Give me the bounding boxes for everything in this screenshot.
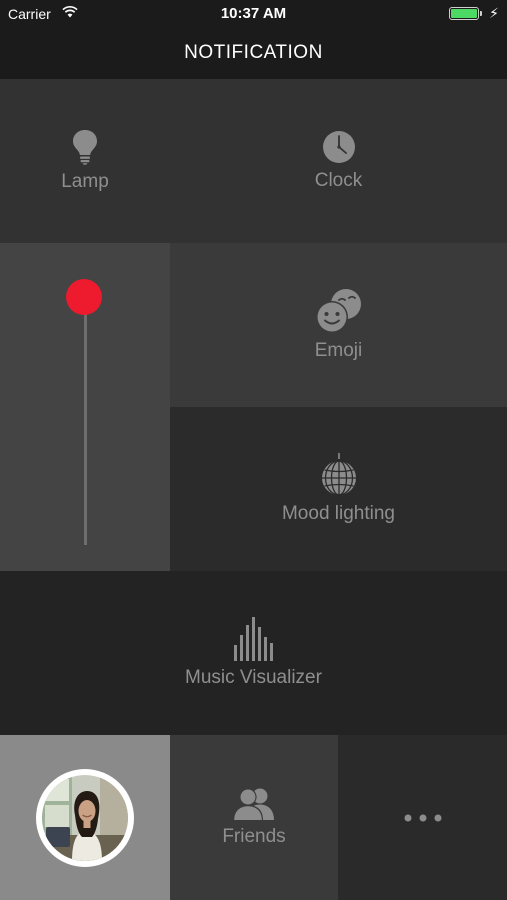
mood-lighting-label: Mood lighting [281,503,396,524]
clock-icon [322,131,355,163]
charging-bolt-icon: ⚡︎ [489,5,499,21]
avatar[interactable] [36,768,134,867]
lightbulb-icon [73,130,97,165]
mood-lighting-tile[interactable]: Mood lighting [170,407,507,571]
brightness-slider-track[interactable] [84,297,87,545]
emoji-tile[interactable]: Emoji [170,243,507,407]
more-tile[interactable] [338,735,507,900]
more-dots-icon [404,814,441,821]
equalizer-icon [233,617,273,661]
page-title: NOTIFICATION [184,42,323,63]
friends-icon [233,787,274,820]
music-visualizer-tile[interactable]: Music Visualizer [0,571,507,735]
friends-tile[interactable]: Friends [170,735,338,900]
emoji-label: Emoji [314,340,363,361]
profile-tile[interactable] [0,735,170,900]
clock-label: Clock [314,170,363,191]
emoji-faces-icon [315,289,361,333]
navigation-bar: NOTIFICATION [0,27,507,79]
avatar-photo [42,774,128,861]
clock-time: 10:37 AM [220,5,287,22]
clock-tile[interactable]: Clock [170,79,507,243]
battery-nub [480,11,482,16]
lamp-label: Lamp [61,171,109,192]
music-visualizer-label: Music Visualizer [185,667,322,688]
lamp-tile[interactable]: Lamp [0,79,170,243]
status-bar: Carrier 10:37 AM ⚡︎ [0,0,507,27]
brightness-slider-knob[interactable] [66,279,102,315]
battery-icon [449,7,479,20]
friends-label: Friends [222,825,286,847]
disco-ball-icon [321,453,356,496]
